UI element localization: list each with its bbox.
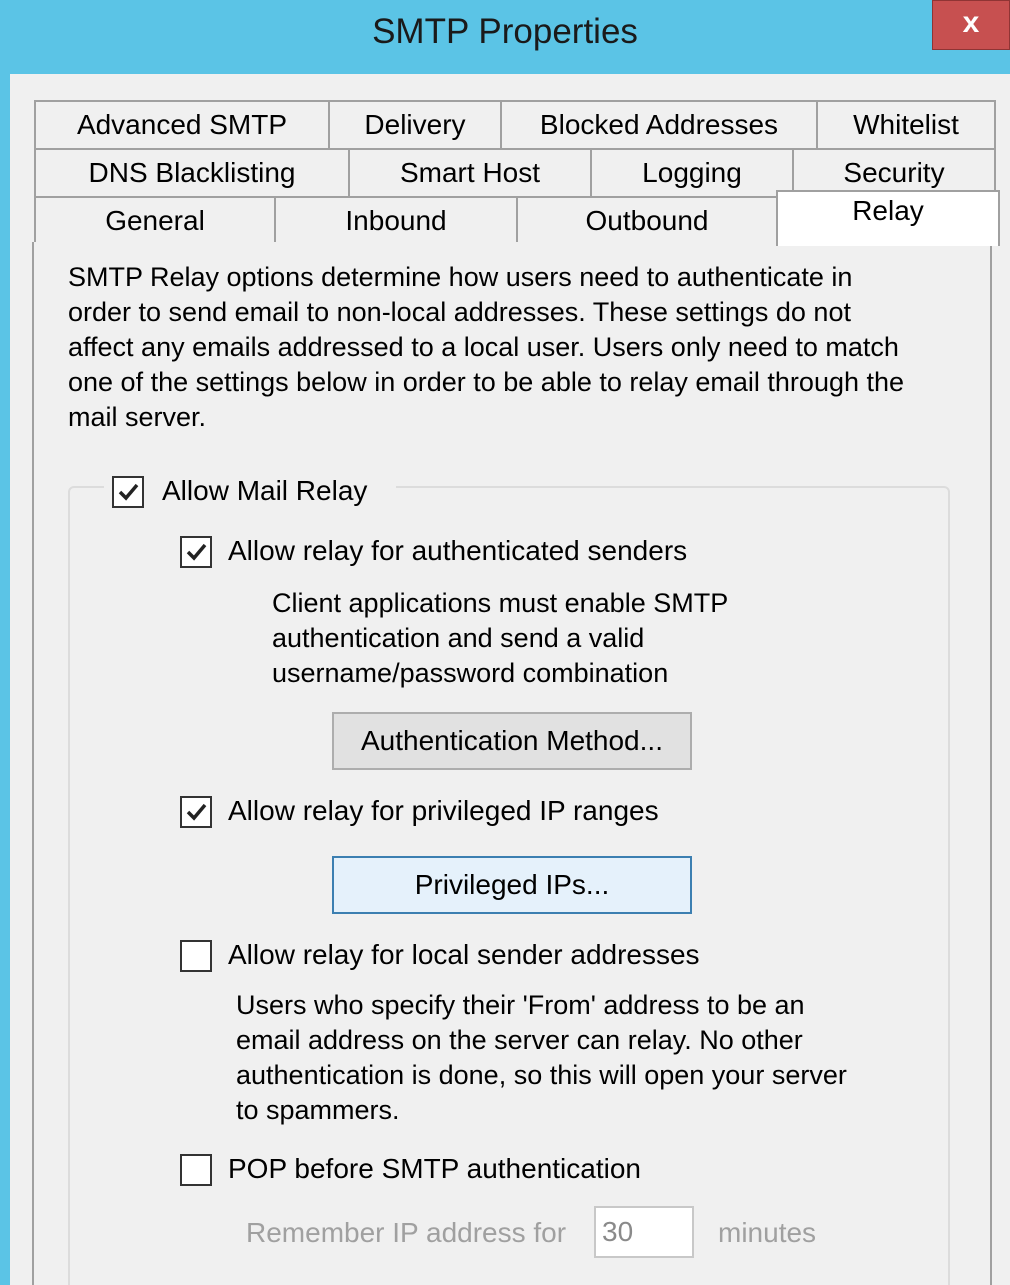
auth-help-line-1: Client applications must enable SMTP [272,588,729,618]
tab-smart-host[interactable]: Smart Host [348,148,592,196]
close-button[interactable]: x [932,0,1010,50]
allow-mail-relay-label[interactable]: Allow Mail Relay [162,474,367,508]
tab-outbound[interactable]: Outbound [516,196,778,244]
relay-description-line-1: SMTP Relay options determine how users n… [68,262,853,292]
authentication-method-button[interactable]: Authentication Method... [332,712,692,770]
smtp-properties-window: SMTP Properties x Advanced SMTP Delivery… [0,0,1010,1285]
allow-relay-privileged-ip-label[interactable]: Allow relay for privileged IP ranges [228,794,659,828]
remember-ip-minutes-input[interactable] [594,1206,694,1258]
tab-general[interactable]: General [34,196,276,244]
relay-description-line-4: one of the settings below in order to be… [68,367,905,397]
dialog-client-area: Advanced SMTP Delivery Blocked Addresses… [10,74,1010,1285]
relay-description-line-5: mail server. [68,402,207,432]
title-bar[interactable]: SMTP Properties x [0,0,1010,74]
pop-before-smtp-label[interactable]: POP before SMTP authentication [228,1152,641,1186]
close-icon: x [962,6,980,39]
checkmark-icon [118,483,139,501]
tab-security[interactable]: Security [792,148,996,196]
auth-help-line-3: username/password combination [272,658,669,688]
checkmark-icon [186,803,207,821]
allow-relay-privileged-ip-checkbox[interactable] [180,796,212,828]
checkmark-icon [186,543,207,561]
privileged-ips-button[interactable]: Privileged IPs... [332,856,692,914]
relay-description-line-2: order to send email to non-local address… [68,297,851,327]
allow-relay-local-sender-checkbox[interactable] [180,940,212,972]
minutes-unit-label: minutes [718,1217,817,1248]
local-sender-help-line-3: authentication is done, so this will ope… [236,1060,847,1090]
relay-description-line-3: affect any emails addressed to a local u… [68,332,899,362]
local-sender-help-line-4: to spammers. [236,1095,400,1125]
tab-blocked-addresses[interactable]: Blocked Addresses [500,100,818,148]
remember-ip-label: Remember IP address for [246,1217,567,1248]
tab-whitelist[interactable]: Whitelist [816,100,996,148]
local-sender-help-line-2: email address on the server can relay. N… [236,1025,803,1055]
tab-dns-blacklisting[interactable]: DNS Blacklisting [34,148,350,196]
tab-relay[interactable]: Relay [776,190,1000,246]
tab-advanced-smtp[interactable]: Advanced SMTP [34,100,330,148]
tab-logging[interactable]: Logging [590,148,794,196]
window-title: SMTP Properties [372,12,638,51]
tab-delivery[interactable]: Delivery [328,100,502,148]
allow-relay-authenticated-label[interactable]: Allow relay for authenticated senders [228,534,687,568]
allow-relay-local-sender-label[interactable]: Allow relay for local sender addresses [228,938,700,972]
allow-mail-relay-checkbox[interactable] [112,476,144,508]
tab-inbound[interactable]: Inbound [274,196,518,244]
pop-before-smtp-checkbox[interactable] [180,1154,212,1186]
local-sender-help-line-1: Users who specify their 'From' address t… [236,990,805,1020]
allow-relay-authenticated-checkbox[interactable] [180,536,212,568]
auth-help-line-2: authentication and send a valid [272,623,645,653]
